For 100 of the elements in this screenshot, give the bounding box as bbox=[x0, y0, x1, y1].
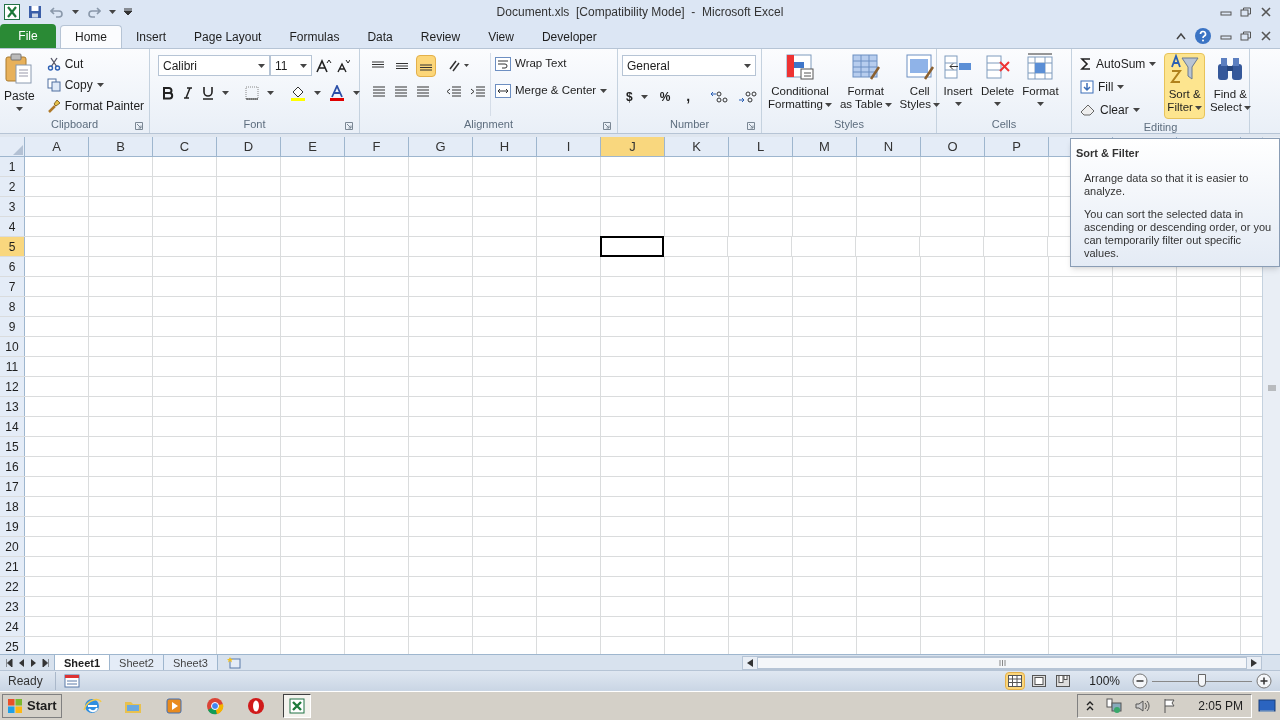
chevron-up-icon[interactable] bbox=[1086, 701, 1095, 711]
sheet-tab[interactable]: Sheet2 bbox=[109, 655, 164, 670]
merge-center-button[interactable]: Merge & Center bbox=[491, 82, 612, 100]
column-header[interactable]: K bbox=[665, 137, 729, 156]
ribbon-tab[interactable]: Data bbox=[353, 25, 407, 48]
autosum-button[interactable]: AutoSum bbox=[1076, 55, 1161, 73]
restore-icon[interactable] bbox=[1240, 30, 1252, 41]
ribbon-tab[interactable]: View bbox=[474, 25, 528, 48]
zoom-in-icon[interactable] bbox=[1256, 673, 1272, 689]
ribbon-tab[interactable]: Insert bbox=[122, 25, 181, 48]
column-header[interactable]: O bbox=[921, 137, 985, 156]
shrink-font-icon[interactable] bbox=[336, 58, 350, 73]
row-header[interactable]: 19 bbox=[0, 517, 25, 536]
column-header[interactable]: E bbox=[281, 137, 345, 156]
row-header[interactable]: 13 bbox=[0, 397, 25, 416]
wrap-text-button[interactable]: Wrap Text bbox=[491, 55, 612, 73]
row-header[interactable]: 4 bbox=[0, 217, 25, 236]
start-button[interactable]: Start bbox=[2, 694, 62, 718]
row-header[interactable]: 10 bbox=[0, 337, 25, 356]
cells-button[interactable]: Format bbox=[1020, 53, 1061, 106]
borders-icon[interactable] bbox=[245, 86, 259, 100]
row-header[interactable]: 8 bbox=[0, 297, 25, 316]
sheet-nav-icon[interactable] bbox=[42, 658, 49, 667]
column-header[interactable]: H bbox=[473, 137, 537, 156]
row-header[interactable]: 21 bbox=[0, 557, 25, 576]
increase-decimal-icon[interactable] bbox=[710, 89, 731, 104]
row-header[interactable]: 11 bbox=[0, 357, 25, 376]
restore-icon[interactable] bbox=[1240, 6, 1252, 17]
sort-filter-button[interactable]: Sort & Filter bbox=[1164, 53, 1205, 119]
row-header[interactable]: 17 bbox=[0, 477, 25, 496]
dialog-launcher-icon[interactable] bbox=[747, 122, 755, 130]
font-name-field[interactable]: Calibri bbox=[158, 55, 270, 76]
zoom-slider-thumb[interactable] bbox=[1198, 674, 1206, 687]
column-header[interactable]: N bbox=[857, 137, 921, 156]
copy-button[interactable]: Copy bbox=[42, 76, 149, 94]
underline-icon[interactable] bbox=[202, 86, 214, 100]
ribbon-tab[interactable]: Developer bbox=[527, 25, 611, 48]
horizontal-scrollbar[interactable] bbox=[742, 655, 1262, 670]
font-size-field[interactable]: 11 bbox=[270, 55, 312, 76]
fill-button[interactable]: Fill bbox=[1076, 78, 1161, 96]
clear-button[interactable]: Clear bbox=[1076, 101, 1161, 119]
row-header[interactable]: 2 bbox=[0, 177, 25, 196]
paste-button[interactable]: Paste bbox=[4, 53, 35, 116]
ribbon-tab[interactable]: Page Layout bbox=[180, 25, 276, 48]
grow-font-icon[interactable] bbox=[316, 58, 332, 73]
taskbar-app[interactable] bbox=[282, 694, 311, 718]
comma-button[interactable]: , bbox=[686, 86, 691, 107]
column-header[interactable]: C bbox=[153, 137, 217, 156]
row-header[interactable]: 24 bbox=[0, 617, 25, 636]
zoom-out-icon[interactable] bbox=[1132, 673, 1148, 689]
row-header[interactable]: 20 bbox=[0, 537, 25, 556]
row-header[interactable]: 12 bbox=[0, 377, 25, 396]
sheet-tab[interactable]: Sheet3 bbox=[162, 655, 218, 670]
column-header[interactable]: D bbox=[217, 137, 281, 156]
column-header[interactable]: B bbox=[89, 137, 153, 156]
column-header[interactable]: A bbox=[25, 137, 89, 156]
macro-record-icon[interactable] bbox=[63, 674, 80, 688]
row-header[interactable]: 9 bbox=[0, 317, 25, 336]
column-header[interactable]: F bbox=[345, 137, 409, 156]
row-header[interactable]: 3 bbox=[0, 197, 25, 216]
increase-indent-icon[interactable] bbox=[470, 85, 486, 99]
show-desktop-icon[interactable] bbox=[1258, 698, 1276, 714]
zoom-slider[interactable] bbox=[1152, 674, 1252, 688]
cells-button[interactable]: Delete bbox=[979, 53, 1017, 106]
column-header[interactable]: J bbox=[601, 137, 665, 156]
row-header[interactable]: 6 bbox=[0, 257, 25, 276]
decrease-indent-icon[interactable] bbox=[446, 85, 462, 99]
close-icon[interactable] bbox=[1260, 30, 1272, 41]
ribbon-tab[interactable]: Home bbox=[60, 25, 122, 48]
row-header[interactable]: 16 bbox=[0, 457, 25, 476]
bold-icon[interactable] bbox=[162, 86, 174, 100]
network-icon[interactable] bbox=[1106, 698, 1123, 714]
dialog-launcher-icon[interactable] bbox=[135, 122, 143, 130]
ribbon-tab[interactable]: Review bbox=[406, 25, 475, 48]
styles-button[interactable]: Format as Table bbox=[837, 53, 894, 111]
speaker-icon[interactable] bbox=[1134, 698, 1151, 714]
dialog-launcher-icon[interactable] bbox=[345, 122, 353, 130]
view-button[interactable] bbox=[1005, 672, 1026, 690]
fill-color-icon[interactable] bbox=[290, 85, 306, 101]
cut-button[interactable]: Cut bbox=[42, 55, 149, 73]
close-icon[interactable] bbox=[1260, 6, 1272, 17]
dialog-launcher-icon[interactable] bbox=[603, 122, 611, 130]
italic-icon[interactable] bbox=[182, 86, 194, 100]
row-header[interactable]: 23 bbox=[0, 597, 25, 616]
column-header[interactable]: L bbox=[729, 137, 793, 156]
file-tab[interactable]: File bbox=[0, 24, 56, 48]
save-icon[interactable] bbox=[28, 4, 42, 19]
percent-button[interactable]: % bbox=[659, 87, 671, 106]
sheet-nav-icon[interactable] bbox=[6, 658, 13, 667]
vertical-align-button[interactable] bbox=[416, 55, 436, 77]
font-color-icon[interactable] bbox=[329, 85, 345, 101]
cells-button[interactable]: Insert bbox=[941, 53, 975, 106]
decrease-decimal-icon[interactable] bbox=[738, 89, 759, 104]
collapse-ribbon-icon[interactable] bbox=[1176, 31, 1186, 40]
row-header[interactable]: 5 bbox=[0, 237, 25, 256]
row-header[interactable]: 22 bbox=[0, 577, 25, 596]
row-header[interactable]: 15 bbox=[0, 437, 25, 456]
row-header[interactable]: 7 bbox=[0, 277, 25, 296]
help-icon[interactable] bbox=[1194, 26, 1212, 45]
styles-button[interactable]: Cell Styles bbox=[897, 53, 942, 111]
